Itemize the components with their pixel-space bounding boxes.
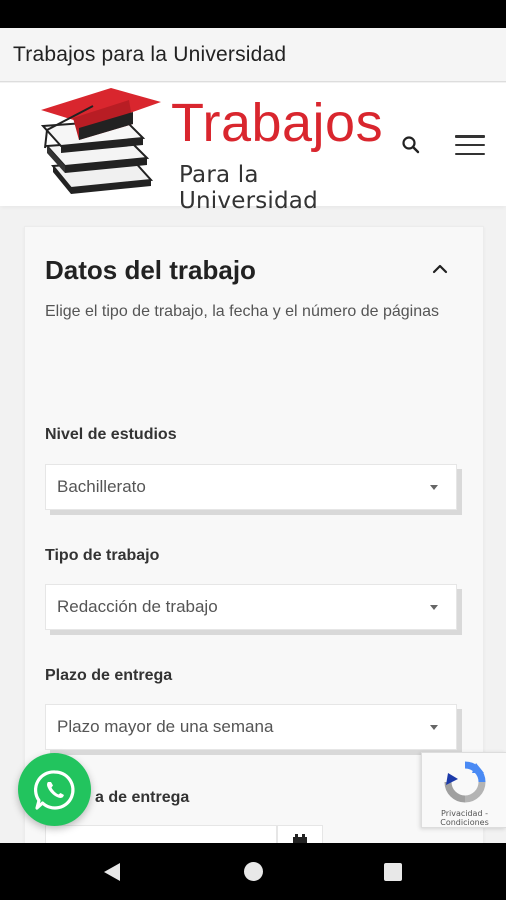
work-type-select[interactable]: Redacción de trabajo	[45, 584, 457, 630]
dropdown-arrow-icon	[430, 485, 438, 490]
dropdown-arrow-icon	[430, 725, 438, 730]
whatsapp-button[interactable]	[18, 753, 91, 826]
collapse-button[interactable]	[428, 257, 452, 281]
recents-square-icon[interactable]	[384, 863, 402, 881]
status-bar	[0, 0, 506, 28]
logo-subtitle: Para la Universidad	[179, 162, 318, 214]
field-label-deadline: Plazo de entrega	[45, 667, 173, 684]
chevron-up-icon	[432, 264, 448, 274]
dropdown-arrow-icon	[430, 605, 438, 610]
recaptcha-terms[interactable]: Privacidad - Condiciones	[422, 809, 506, 827]
search-icon	[402, 136, 420, 154]
hamburger-menu-icon	[455, 135, 485, 138]
app-bar: Trabajos para la Universidad	[0, 28, 506, 82]
card-title: Datos del trabajo	[45, 255, 256, 285]
home-circle-icon[interactable]	[244, 862, 263, 881]
study-level-select[interactable]: Bachillerato	[45, 464, 457, 510]
select-value: Plazo mayor de una semana	[57, 717, 274, 736]
site-header: Trabajos Para la Universidad	[0, 83, 506, 214]
job-details-card: Datos del trabajo Elige el tipo de traba…	[24, 226, 484, 869]
field-label-study-level: Nivel de estudios	[45, 426, 177, 443]
field-label-work-type: Tipo de trabajo	[45, 547, 160, 564]
card-description: Elige el tipo de trabajo, la fecha y el …	[45, 303, 440, 320]
select-value: Bachillerato	[57, 477, 146, 496]
search-button[interactable]	[398, 132, 424, 158]
menu-button[interactable]	[455, 132, 485, 158]
deadline-select[interactable]: Plazo mayor de una semana	[45, 704, 457, 750]
android-nav-bar	[0, 843, 506, 900]
field-label-delivery-date: a de entrega	[95, 789, 190, 806]
recaptcha-badge[interactable]: Privacidad - Condiciones	[421, 752, 506, 828]
whatsapp-icon	[33, 769, 75, 810]
recaptcha-icon	[444, 761, 486, 803]
select-value: Redacción de trabajo	[57, 597, 218, 616]
graduation-books-icon	[40, 88, 161, 194]
logo-wordmark: Trabajos	[171, 93, 384, 153]
app-title: Trabajos para la Universidad	[13, 42, 287, 66]
back-triangle-icon[interactable]	[103, 862, 121, 882]
site-logo[interactable]: Trabajos Para la Universidad	[33, 88, 384, 214]
